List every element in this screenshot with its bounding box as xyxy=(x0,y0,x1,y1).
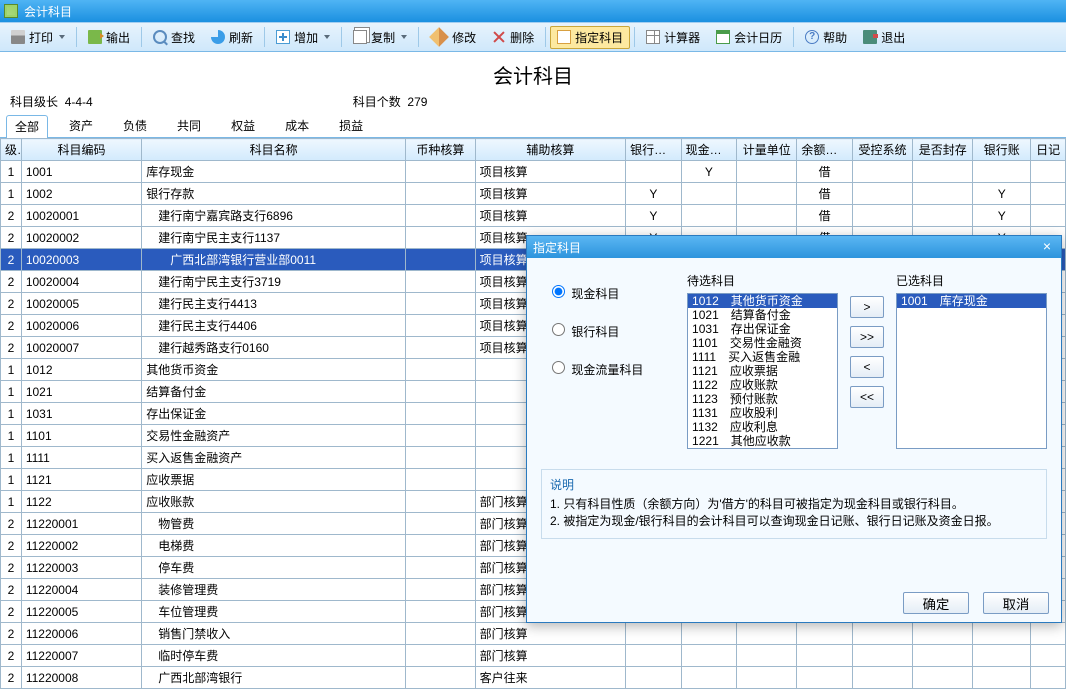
help-icon: ? xyxy=(805,30,819,44)
copy-button[interactable]: 复制 xyxy=(346,26,414,49)
list-item[interactable]: 1122 应收账款 xyxy=(688,378,837,392)
main-toolbar: 打印 输出 查找 刷新 增加 复制 修改 删除 指定科目 计算器 会计日历 ?帮… xyxy=(0,22,1066,52)
chosen-label: 已选科目 xyxy=(896,272,1047,289)
col-currency[interactable]: 币种核算 xyxy=(406,139,475,161)
calendar-button[interactable]: 会计日历 xyxy=(709,26,789,49)
window-titlebar: 会计科目 xyxy=(0,0,1066,22)
dialog-title: 指定科目 xyxy=(533,239,581,256)
move-left-all-button[interactable]: << xyxy=(850,386,884,408)
tab-成本[interactable]: 成本 xyxy=(276,114,318,137)
radio-cash[interactable]: 现金科目 xyxy=(547,282,675,302)
dropdown-icon xyxy=(401,35,407,39)
window-title: 会计科目 xyxy=(24,3,72,20)
table-row[interactable]: 210020001建行南宁嘉宾路支行6896项目核算Y借Y xyxy=(1,205,1066,227)
col-system[interactable]: 受控系统 xyxy=(852,139,912,161)
col-daily[interactable]: 日记 xyxy=(1031,139,1066,161)
radio-flow[interactable]: 现金流量科目 xyxy=(547,358,675,378)
col-unit[interactable]: 计量单位 xyxy=(737,139,797,161)
list-item[interactable]: 1221 其他应收款 xyxy=(688,434,837,448)
col-aux[interactable]: 辅助核算 xyxy=(475,139,625,161)
tab-权益[interactable]: 权益 xyxy=(222,114,264,137)
table-row[interactable]: 11002银行存款项目核算Y借Y xyxy=(1,183,1066,205)
list-item[interactable]: 1131 应收股利 xyxy=(688,406,837,420)
col-cash[interactable]: 现金科目 xyxy=(681,139,737,161)
copy-icon xyxy=(353,30,367,44)
assign-subject-button[interactable]: 指定科目 xyxy=(550,26,630,49)
delete-icon xyxy=(492,30,506,44)
col-level[interactable]: 级次 xyxy=(1,139,22,161)
tab-全部[interactable]: 全部 xyxy=(6,115,48,138)
tab-资产[interactable]: 资产 xyxy=(60,114,102,137)
table-row[interactable]: 211220008广西北部湾银行客户往来 xyxy=(1,667,1066,689)
cancel-button[interactable]: 取消 xyxy=(983,592,1049,614)
list-item[interactable]: 1101 交易性金融资 xyxy=(688,336,837,350)
dialog-close-button[interactable]: × xyxy=(1039,240,1055,254)
ok-button[interactable]: 确定 xyxy=(903,592,969,614)
col-name[interactable]: 科目名称 xyxy=(142,139,406,161)
page-title: 会计科目 xyxy=(10,56,1056,91)
refresh-button[interactable]: 刷新 xyxy=(204,26,260,49)
edit-button[interactable]: 修改 xyxy=(423,22,483,52)
col-bank-account[interactable]: 银行账 xyxy=(973,139,1031,161)
list-item[interactable]: 1001 库存现金 xyxy=(897,294,1046,308)
calculator-icon xyxy=(646,30,660,44)
tab-负债[interactable]: 负债 xyxy=(114,114,156,137)
move-buttons: > >> < << xyxy=(850,272,884,449)
move-right-button[interactable]: > xyxy=(850,296,884,318)
calendar-icon xyxy=(716,30,730,44)
export-button[interactable]: 输出 xyxy=(81,26,137,49)
tab-损益[interactable]: 损益 xyxy=(330,114,372,137)
table-row[interactable]: 211220007临时停车费部门核算 xyxy=(1,645,1066,667)
dropdown-icon xyxy=(324,35,330,39)
add-button[interactable]: 增加 xyxy=(269,26,337,49)
dropdown-icon xyxy=(59,35,65,39)
list-item[interactable]: 1031 存出保证金 xyxy=(688,322,837,336)
level-length: 科目级长 4-4-4 xyxy=(10,93,93,110)
move-left-button[interactable]: < xyxy=(850,356,884,378)
col-bank[interactable]: 银行科目 xyxy=(626,139,682,161)
print-icon xyxy=(11,30,25,44)
dialog-titlebar[interactable]: 指定科目 × xyxy=(527,236,1061,258)
chosen-listbox[interactable]: 1001 库存现金 xyxy=(896,293,1047,449)
subject-type-radios: 现金科目 银行科目 现金流量科目 xyxy=(541,272,675,449)
refresh-icon xyxy=(211,30,225,44)
edit-icon xyxy=(429,27,449,47)
col-code[interactable]: 科目编码 xyxy=(21,139,141,161)
list-item[interactable]: 1321 坏账准备 xyxy=(688,448,837,449)
table-row[interactable]: 11001库存现金项目核算Y借 xyxy=(1,161,1066,183)
delete-button[interactable]: 删除 xyxy=(485,26,541,49)
subject-count: 科目个数 279 xyxy=(353,93,428,110)
exit-icon xyxy=(863,30,877,44)
pending-label: 待选科目 xyxy=(687,272,838,289)
print-button[interactable]: 打印 xyxy=(4,26,72,49)
radio-bank[interactable]: 银行科目 xyxy=(547,320,675,340)
calculator-button[interactable]: 计算器 xyxy=(639,26,707,49)
list-item[interactable]: 1123 预付账款 xyxy=(688,392,837,406)
app-icon xyxy=(4,4,18,18)
assign-icon xyxy=(557,30,571,44)
find-icon xyxy=(153,30,167,44)
find-button[interactable]: 查找 xyxy=(146,26,202,49)
exit-button[interactable]: 退出 xyxy=(856,26,912,49)
list-item[interactable]: 1121 应收票据 xyxy=(688,364,837,378)
list-item[interactable]: 1111 买入返售金融 xyxy=(688,350,837,364)
list-item[interactable]: 1021 结算备付金 xyxy=(688,308,837,322)
pending-listbox[interactable]: 1012 其他货币资金1021 结算备付金1031 存出保证金1101 交易性金… xyxy=(687,293,838,449)
category-tabs: 全部资产负债共同权益成本损益 xyxy=(0,118,1066,138)
tab-共同[interactable]: 共同 xyxy=(168,114,210,137)
col-sealed[interactable]: 是否封存 xyxy=(913,139,973,161)
dialog-description: 说明 1. 只有科目性质（余额方向）为'借方'的科目可被指定为现金科目或银行科目… xyxy=(541,469,1047,539)
assign-subject-dialog: 指定科目 × 现金科目 银行科目 现金流量科目 待选科目 1012 其他货币资金… xyxy=(526,235,1062,623)
export-icon xyxy=(88,30,102,44)
col-direction[interactable]: 余额方向 xyxy=(797,139,853,161)
add-icon xyxy=(276,30,290,44)
list-item[interactable]: 1132 应收利息 xyxy=(688,420,837,434)
list-item[interactable]: 1012 其他货币资金 xyxy=(688,294,837,308)
move-right-all-button[interactable]: >> xyxy=(850,326,884,348)
help-button[interactable]: ?帮助 xyxy=(798,26,854,49)
